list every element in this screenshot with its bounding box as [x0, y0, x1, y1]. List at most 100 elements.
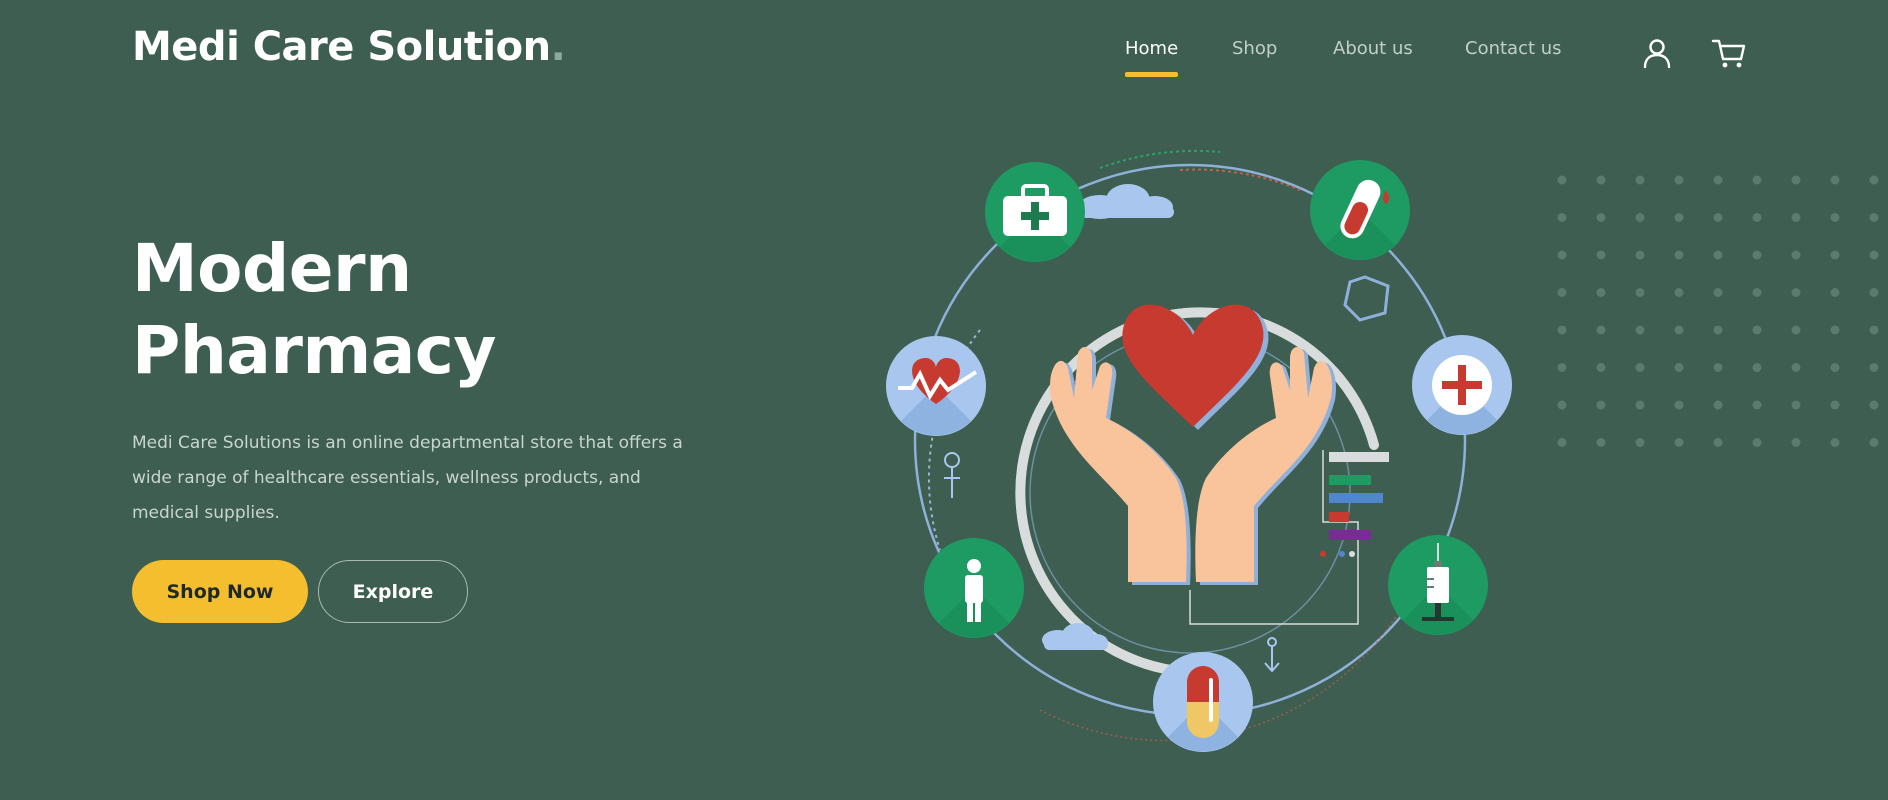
- nav-item-about[interactable]: About us: [1333, 38, 1413, 59]
- grid-dot: [1830, 288, 1840, 297]
- arrow-down-icon: [1264, 637, 1280, 673]
- grid-dot: [1557, 250, 1567, 260]
- cart-icon[interactable]: [1711, 36, 1746, 70]
- grid-dot: [1752, 288, 1762, 297]
- grid-dot: [1674, 288, 1684, 297]
- grid-dot: [1674, 363, 1684, 372]
- hero-illustration: [886, 149, 1512, 752]
- hero-title-line1: Modern: [132, 230, 412, 307]
- brand-dot: .: [550, 24, 566, 70]
- brand-name: Medi Care Solution: [132, 24, 551, 70]
- grid-dot: [1752, 325, 1762, 335]
- grid-dot: [1869, 363, 1879, 372]
- hero-title: Modern Pharmacy: [132, 228, 496, 392]
- grid-dot: [1869, 438, 1879, 447]
- grid-dot: [1752, 213, 1762, 222]
- grid-dot: [1596, 288, 1606, 297]
- nav-item-contact[interactable]: Contact us: [1465, 38, 1562, 59]
- grid-dot: [1869, 175, 1879, 185]
- page: Medi Care Solution. Home Shop About us C…: [0, 0, 1888, 800]
- grid-dot: [1830, 325, 1840, 335]
- cloud-bottom: [1042, 623, 1108, 650]
- shop-now-button[interactable]: Shop Now: [132, 560, 308, 623]
- grid-dot: [1713, 175, 1723, 185]
- grid-dot: [1713, 250, 1723, 260]
- grid-dot: [1596, 438, 1606, 447]
- grid-dot: [1752, 438, 1762, 447]
- grid-dot: [1830, 175, 1840, 185]
- grid-dot: [1596, 400, 1606, 410]
- nav-item-shop[interactable]: Shop: [1232, 38, 1277, 59]
- grid-dot: [1557, 325, 1567, 335]
- grid-dot: [1557, 400, 1567, 410]
- grid-dot: [1791, 288, 1801, 297]
- nav-item-home[interactable]: Home: [1125, 38, 1179, 77]
- grid-dot: [1635, 438, 1645, 447]
- grid-dot: [1674, 325, 1684, 335]
- grid-dot: [1557, 438, 1567, 447]
- grid-dot: [1791, 250, 1801, 260]
- grid-dot: [1752, 250, 1762, 260]
- grid-dot: [1869, 325, 1879, 335]
- grid-dot: [1791, 175, 1801, 185]
- explore-button[interactable]: Explore: [318, 560, 468, 623]
- grid-dot: [1557, 213, 1567, 222]
- molecule-icon: [1343, 275, 1390, 322]
- grid-dot: [1791, 213, 1801, 222]
- grid-dot: [1791, 363, 1801, 372]
- grid-dot: [1869, 400, 1879, 410]
- dot-grid-decoration: [1557, 175, 1879, 447]
- hero-description: Medi Care Solutions is an online departm…: [132, 433, 683, 523]
- grid-dot: [1713, 213, 1723, 222]
- grid-dot: [1674, 438, 1684, 447]
- syringe-icon: [1388, 535, 1488, 635]
- grid-dot: [1674, 213, 1684, 222]
- grid-dot: [1713, 400, 1723, 410]
- cloud-top: [1078, 184, 1174, 219]
- grid-dot: [1830, 363, 1840, 372]
- grid-dot: [1635, 175, 1645, 185]
- grid-dot: [1674, 250, 1684, 260]
- first-aid-kit-icon: [985, 162, 1085, 262]
- grid-dot: [1635, 213, 1645, 222]
- grid-dot: [1791, 325, 1801, 335]
- grid-dot: [1752, 175, 1762, 185]
- grid-dot: [1557, 175, 1567, 185]
- grid-dot: [1869, 250, 1879, 260]
- grid-dot: [1674, 175, 1684, 185]
- grid-dot: [1635, 250, 1645, 260]
- grid-dot: [1713, 325, 1723, 335]
- patient-icon: [924, 538, 1024, 638]
- grid-dot: [1713, 363, 1723, 372]
- grid-dot: [1635, 288, 1645, 297]
- grid-dot: [1830, 438, 1840, 447]
- female-symbol-icon: [944, 452, 960, 498]
- grid-dot: [1791, 400, 1801, 410]
- grid-dot: [1635, 325, 1645, 335]
- grid-dot: [1596, 213, 1606, 222]
- user-icon[interactable]: [1640, 36, 1674, 70]
- grid-dot: [1635, 400, 1645, 410]
- grid-dot: [1830, 213, 1840, 222]
- grid-dot: [1596, 250, 1606, 260]
- medical-cross-icon: [1412, 335, 1512, 435]
- heartbeat-icon: [886, 336, 986, 436]
- grid-dot: [1596, 325, 1606, 335]
- grid-dot: [1674, 400, 1684, 410]
- capsule-icon: [1153, 652, 1253, 752]
- grid-dot: [1752, 363, 1762, 372]
- grid-dot: [1869, 288, 1879, 297]
- grid-dot: [1830, 250, 1840, 260]
- grid-dot: [1635, 363, 1645, 372]
- grid-dot: [1713, 438, 1723, 447]
- grid-dot: [1596, 175, 1606, 185]
- grid-dot: [1830, 400, 1840, 410]
- grid-dot: [1557, 363, 1567, 372]
- brand-logo[interactable]: Medi Care Solution.: [132, 24, 566, 70]
- hero-title-line2: Pharmacy: [132, 312, 496, 389]
- grid-dot: [1713, 288, 1723, 297]
- test-tube-icon: [1310, 160, 1410, 260]
- grid-dot: [1791, 438, 1801, 447]
- grid-dot: [1557, 288, 1567, 297]
- grid-dot: [1869, 213, 1879, 222]
